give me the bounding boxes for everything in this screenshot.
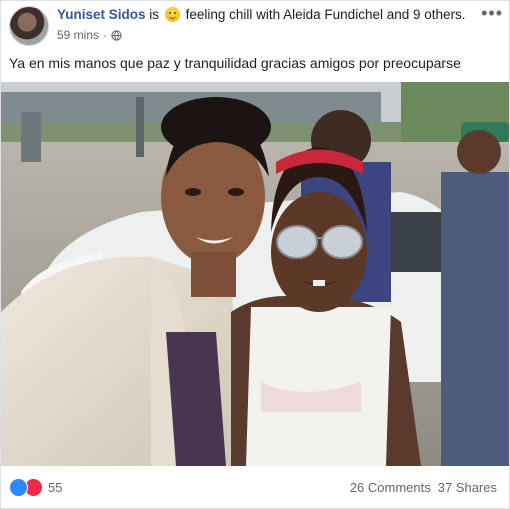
tagged-person[interactable]: Aleida Fundichel — [283, 7, 383, 22]
others-link[interactable]: 9 others. — [413, 7, 466, 22]
feeling-text: feeling chill with — [185, 7, 281, 22]
reaction-count[interactable]: 55 — [48, 480, 62, 495]
post-message: Ya en mis manos que paz y tranquilidad g… — [9, 55, 461, 71]
and-text: and — [386, 7, 410, 22]
author-name[interactable]: Yuniset Sidos — [57, 7, 146, 22]
is-text: is — [149, 7, 160, 22]
more-options-icon[interactable]: ••• — [481, 4, 503, 22]
reactions-summary[interactable]: 55 — [9, 478, 62, 497]
meta-separator: · — [103, 28, 108, 42]
post-header: Yuniset Sidos is feeling chill with Alei… — [9, 4, 503, 46]
post-meta: 59 mins · — [57, 28, 122, 42]
relieved-face-icon — [164, 7, 180, 22]
post-title-line: Yuniset Sidos is feeling chill with Alei… — [57, 7, 466, 22]
shares-count[interactable]: 37 Shares — [438, 480, 497, 495]
like-icon — [9, 478, 28, 497]
post-photo[interactable] — [1, 82, 509, 466]
engagement-counts: 26 Comments 37 Shares — [350, 480, 497, 495]
comments-count[interactable]: 26 Comments — [350, 480, 431, 495]
post-card: Yuniset Sidos is feeling chill with Alei… — [0, 0, 510, 509]
author-avatar[interactable] — [9, 6, 49, 46]
post-timestamp[interactable]: 59 mins — [57, 28, 99, 42]
globe-icon[interactable] — [111, 29, 122, 41]
